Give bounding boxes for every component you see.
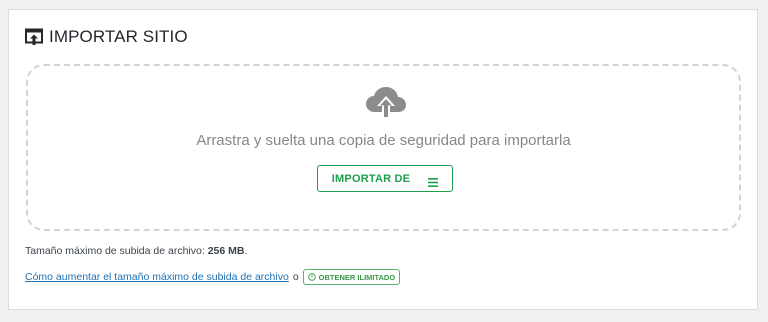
upload-help-line: Cómo aumentar el tamaño máximo de subida… bbox=[25, 269, 401, 285]
upload-box-icon bbox=[25, 28, 43, 46]
increase-upload-size-link[interactable]: Cómo aumentar el tamaño máximo de subida… bbox=[25, 271, 289, 283]
menu-icon bbox=[428, 174, 439, 187]
or-separator: o bbox=[292, 271, 299, 283]
max-upload-size-info: Tamaño máximo de subida de archivo: 256 … bbox=[25, 245, 247, 257]
get-unlimited-button[interactable]: OBTENER ILIMITADO bbox=[302, 269, 401, 285]
import-site-panel: IMPORTAR SITIO Arrastra y suelta una cop… bbox=[8, 9, 758, 310]
dropzone-instructions: Arrastra y suelta una copia de seguridad… bbox=[196, 132, 571, 149]
page-title: IMPORTAR SITIO bbox=[49, 27, 188, 46]
max-upload-size-label: Tamaño máximo de subida de archivo: bbox=[25, 245, 205, 257]
power-icon bbox=[307, 273, 316, 281]
get-unlimited-label: OBTENER ILIMITADO bbox=[318, 272, 396, 282]
max-upload-size-value: 256 MB bbox=[207, 245, 245, 257]
cloud-upload-icon bbox=[365, 86, 407, 120]
import-from-button[interactable]: IMPORTAR DE bbox=[317, 165, 453, 192]
panel-header: IMPORTAR SITIO bbox=[25, 27, 188, 47]
max-upload-size-suffix: . bbox=[244, 245, 248, 257]
file-dropzone[interactable]: Arrastra y suelta una copia de seguridad… bbox=[26, 64, 741, 231]
import-from-label: IMPORTAR DE bbox=[331, 172, 411, 185]
